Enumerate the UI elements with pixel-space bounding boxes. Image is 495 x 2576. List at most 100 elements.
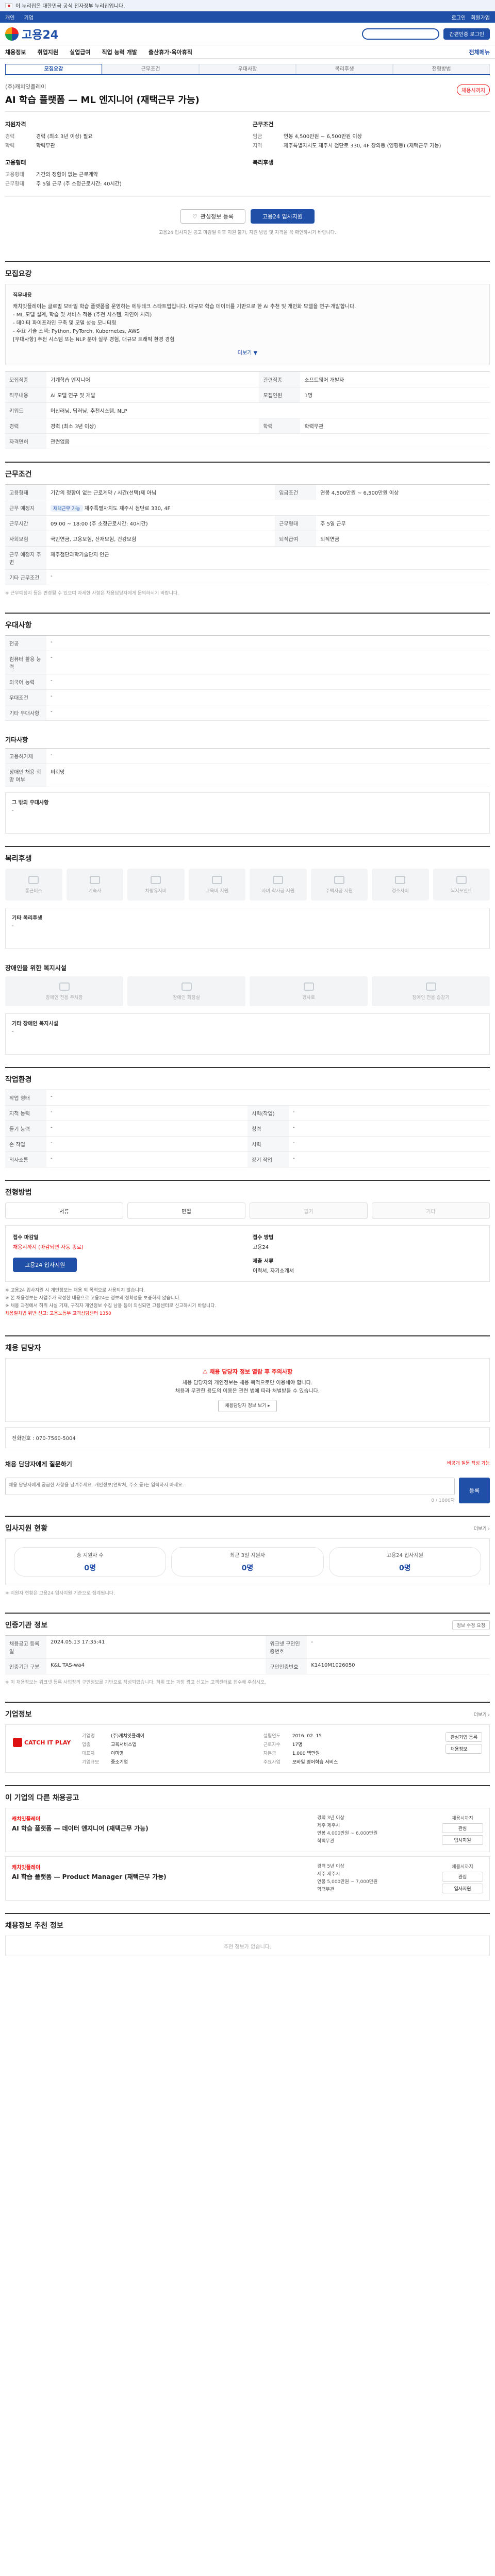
apply-button[interactable]: 고용24 입사지원 — [250, 209, 315, 224]
welfare-item: 통근버스 — [5, 869, 62, 901]
table-row: 고용형태 기간의 정함이 없는 근로계약 / 시간(선택)제 아님 임금조건 연봉 4… — [5, 484, 490, 500]
signup-link[interactable]: 회원가입 — [471, 13, 490, 21]
recommended-empty: 추천 정보가 없습니다. — [5, 1936, 490, 1956]
follow-company-button[interactable]: 관심기업 등록 — [446, 1732, 482, 1742]
save-job-button[interactable]: ♡ 관심정보 등록 — [180, 209, 245, 224]
selection-section: 전형방법 서류 면접 필기 기타 접수 마감일 채용시까지 (마감되면 자동 종… — [5, 1180, 490, 1323]
row-key: 근무 예정지 주변 — [5, 546, 46, 570]
company-name[interactable]: (주)캐치잇플레이 — [5, 82, 490, 91]
card-deadline: 채용시까지 — [452, 1816, 473, 1821]
company-logo: CATCH IT PLAY — [13, 1732, 75, 1753]
job-card[interactable]: 캐치잇플레이 AI 학습 플랫폼 — Product Manager (재택근무… — [5, 1856, 490, 1901]
inquiry-form: 0 / 1000자 등록 — [5, 1478, 490, 1503]
row-key: 인증기관 구분 — [5, 1658, 46, 1674]
job-card[interactable]: 캐치잇플레이 AI 학습 플랫폼 — 데이터 엔지니어 (재택근무 가능) 경력… — [5, 1808, 490, 1852]
section-title: 이 기업의 다른 채용공고 — [5, 1794, 79, 1802]
row-key: 지적 능력 — [5, 1105, 46, 1121]
row-value: - — [46, 1121, 248, 1137]
method-other: 기타 — [372, 1202, 490, 1219]
table-row: 근무 예정지 재택근무 가능 제주특별자치도 제주시 첨단로 330, 4F — [5, 500, 490, 516]
stats-more-link[interactable]: 더보기 › — [474, 1525, 490, 1532]
row-value: - — [46, 705, 490, 721]
table-row: 의사소통 - 장기 작업 - — [5, 1151, 490, 1167]
row-key: 전공 — [5, 635, 46, 651]
welfare-box: 기타 복리후생 - — [5, 908, 490, 949]
inquiry-textarea[interactable] — [5, 1478, 455, 1495]
row-key: 컴퓨터 활용 능력 — [5, 651, 46, 674]
company-jobs-button[interactable]: 채용정보 — [446, 1744, 482, 1754]
table-row: 외국어 능력 - — [5, 674, 490, 690]
car-icon — [151, 875, 161, 884]
tab-selection[interactable]: 전형방법 — [393, 64, 490, 74]
other-section: 기타사항 고용허가제 - 장애인 채용 희망 여부 비희망 그 밖의 우대사항 - — [5, 726, 490, 834]
section-title: 작업환경 — [5, 1076, 32, 1084]
desc-more-button[interactable]: 더보기 ▼ — [13, 349, 482, 358]
row-key: 구인인증번호 — [266, 1658, 307, 1674]
row-value: 기간의 정함이 없는 근로계약 / 시간(선택)제 아님 — [46, 484, 275, 500]
section-title: 근무조건 — [5, 470, 32, 479]
table-row: 장애인 채용 희망 여부 비희망 — [5, 764, 490, 787]
summary-heading: 지원자격 — [5, 121, 26, 128]
stats-note: ※ 지원자 현황은 고용24 입사지원 기준으로 집계됩니다. — [5, 1591, 115, 1596]
apply-deadline-value: 채용시까지 (마감되면 자동 종료) — [13, 1245, 84, 1250]
table-row: 경력 경력 (최소 3년 이상) 학력 학력무관 — [5, 418, 490, 434]
row-value: 관련없음 — [46, 433, 490, 449]
inquiry-submit-button[interactable]: 등록 — [459, 1478, 490, 1503]
row-value: 학력무관 — [300, 418, 490, 434]
tab-conditions[interactable]: 근무조건 — [102, 64, 199, 74]
section-title: 장애인을 위한 복지시설 — [5, 964, 67, 972]
card-title[interactable]: AI 학습 플랫폼 — 데이터 엔지니어 (재택근무 가능) — [12, 1824, 311, 1833]
tab-preferred[interactable]: 우대사항 — [199, 64, 296, 74]
summary-heading: 근무조건 — [253, 121, 274, 128]
menu-item-training[interactable]: 직업 능력 개발 — [102, 48, 137, 56]
view-contact-button[interactable]: 채용담당자 정보 보기 ▸ — [218, 1400, 277, 1412]
apply-notice: 고용24 입사지원 공고 마감일 이후 지원 불가, 지원 방법 및 자격을 꼭… — [158, 230, 337, 235]
tab-recruit[interactable]: 모집요강 — [5, 64, 102, 74]
nav-personal[interactable]: 개인 — [5, 13, 14, 21]
row-key: 청력 — [248, 1121, 289, 1137]
other-table: 고용허가제 - 장애인 채용 희망 여부 비희망 — [5, 748, 490, 787]
facility-item: 장애인 전용 승강기 — [372, 976, 490, 1006]
nav-company[interactable]: 기업 — [24, 13, 33, 21]
menu-item-leave[interactable]: 출산휴가·육아휴직 — [148, 48, 192, 56]
company-more-link[interactable]: 더보기 › — [474, 1711, 490, 1718]
method-written: 필기 — [250, 1202, 368, 1219]
all-menu-button[interactable]: 전체메뉴 — [469, 48, 490, 56]
remote-badge: 재택근무 가능 — [51, 505, 83, 512]
row-key: 사회보험 — [5, 531, 46, 547]
point-icon — [456, 875, 467, 884]
site-logo[interactable]: 고용24 — [5, 26, 58, 42]
table-row: 근무 예정지 주변 제주첨단과학기술단지 인근 — [5, 546, 490, 570]
save-job-label: 관심정보 등록 — [200, 213, 234, 220]
row-value: - — [289, 1121, 490, 1137]
card-deadline: 채용시까지 — [452, 1865, 473, 1870]
edit-request-button[interactable]: 정보 수정 요청 — [452, 1620, 490, 1630]
simple-login-button[interactable]: 간편인증 로그인 — [443, 28, 490, 40]
card-title[interactable]: AI 학습 플랫폼 — Product Manager (재택근무 가능) — [12, 1873, 311, 1882]
row-value: - — [46, 1105, 248, 1121]
menu-item-benefit[interactable]: 실업급여 — [70, 48, 90, 56]
card-save-button[interactable]: 관심 — [442, 1823, 483, 1833]
table-row: 모집직종 기계학습 엔지니어 관련직종 소프트웨어 개발자 — [5, 371, 490, 387]
card-apply-button[interactable]: 입사지원 — [442, 1835, 483, 1845]
card-apply-button[interactable]: 입사지원 — [442, 1884, 483, 1893]
other-box-text: - — [12, 808, 14, 814]
section-title: 우대사항 — [5, 621, 32, 630]
search-input[interactable] — [362, 28, 440, 40]
tab-welfare[interactable]: 복리후생 — [296, 64, 393, 74]
menu-item-jobs[interactable]: 채용정보 — [5, 48, 26, 56]
apply-button-bottom[interactable]: 고용24 입사지원 — [13, 1258, 77, 1272]
menu-item-support[interactable]: 취업지원 — [37, 48, 58, 56]
apply-method-value: 고용24 — [253, 1245, 269, 1250]
preferred-section: 우대사항 전공 - 컴퓨터 활용 능력 - 외국어 능력 - 우대조건 - 기타 우대사… — [5, 613, 490, 721]
warning-hotline: 채용절차법 위반 신고: 고용노동부 고객상담센터 1350 — [5, 1311, 111, 1316]
disability-box-heading: 기타 장애인 복지시설 — [12, 1021, 58, 1027]
summary-key: 지역 — [253, 143, 262, 149]
login-link[interactable]: 로그인 — [452, 13, 466, 21]
row-value: 09:00 ~ 18:00 (주 소정근로시간: 40시간) — [46, 515, 275, 531]
table-row: 지적 능력 - 시력(작업) - — [5, 1105, 490, 1121]
apply-info: 접수 마감일 채용시까지 (마감되면 자동 종료) 고용24 입사지원 접수 방… — [5, 1225, 490, 1282]
section-title: 전형방법 — [5, 1189, 32, 1197]
warning-item: ※ 본 채용정보는 사업주가 작성한 내용으로 고용24는 정보의 정확성을 보… — [5, 1296, 181, 1301]
card-save-button[interactable]: 관심 — [442, 1872, 483, 1882]
